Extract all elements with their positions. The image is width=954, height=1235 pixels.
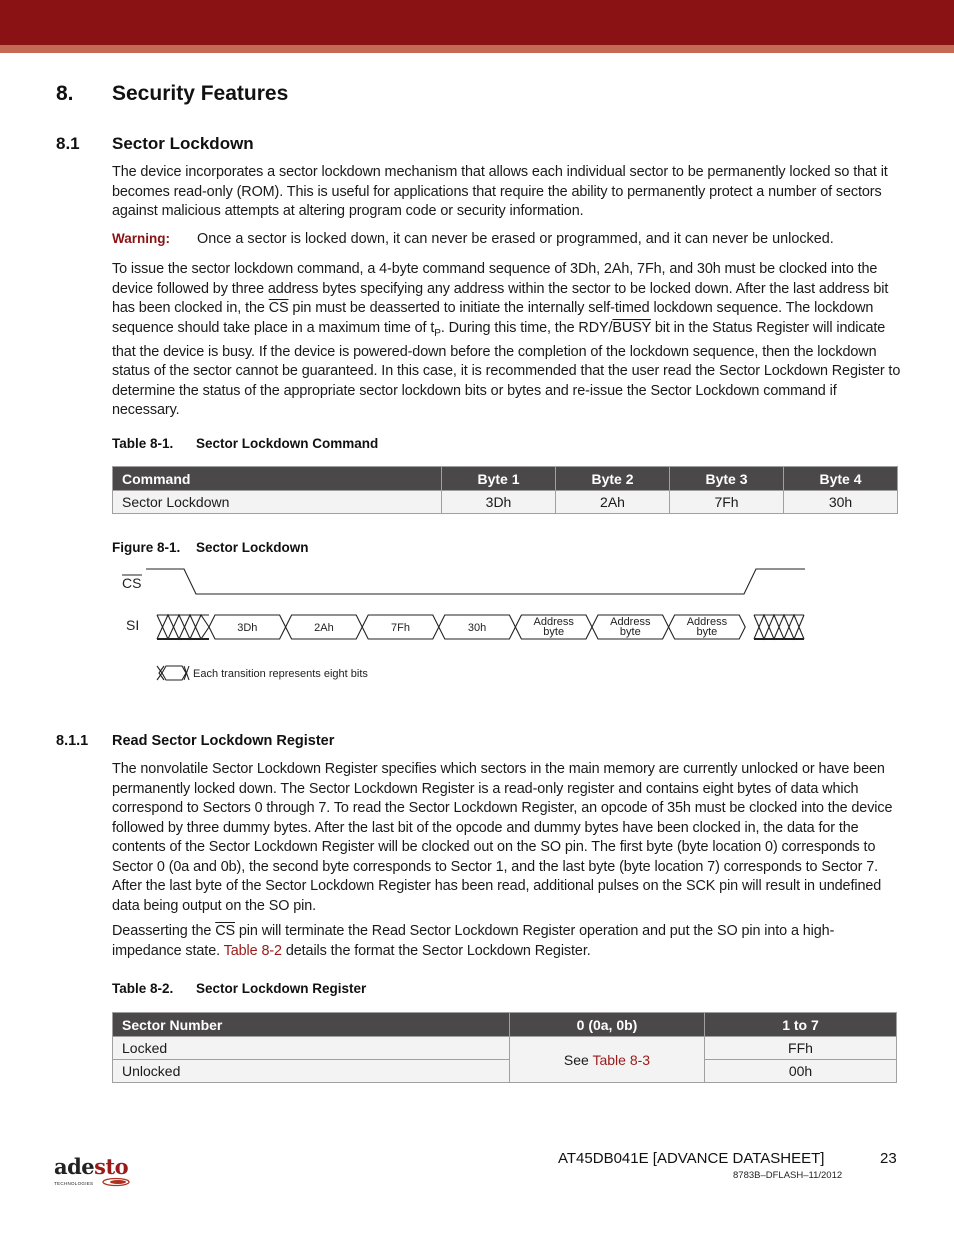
cs-signal: CS [215, 923, 235, 939]
section-number: 8. [56, 82, 74, 105]
sector-lockdown-command-table: Command Byte 1 Byte 2 Byte 3 Byte 4 Sect… [112, 466, 898, 514]
table-header-row: Sector Number 0 (0a, 0b) 1 to 7 [112, 1012, 897, 1037]
tp-subscript: P [434, 327, 441, 339]
subsubsection-number: 8.1.1 [56, 733, 89, 749]
table-row: Unlocked 00h [112, 1059, 897, 1083]
table-8-3-link[interactable]: Table 8-3 [592, 1052, 650, 1068]
sector-lockdown-register-table: Sector Number 0 (0a, 0b) 1 to 7 Locked S… [112, 1012, 897, 1083]
si-address-label: byte [543, 626, 564, 638]
subsubsection-heading: 8.1.1 Read Sector Lockdown Register [56, 733, 334, 749]
text-run: . During this time, the RDY/ [440, 319, 613, 336]
text-run: See [563, 1051, 593, 1068]
si-dont-care-left [156, 613, 210, 641]
cs-signal: CS [268, 300, 289, 316]
table-row: Locked See Table 8-3 FFh [112, 1036, 897, 1083]
table1-caption: Table 8-1. Sector Lockdown Command [112, 436, 378, 451]
logo-text: sto [94, 1154, 129, 1179]
document-code: 8783B–DFLASH–11/2012 [733, 1170, 843, 1181]
header-cell: Byte 2 [555, 466, 670, 491]
header-cell: Byte 3 [669, 466, 784, 491]
si-byte-label: 7Fh [391, 622, 410, 634]
busy-signal: BUSY [612, 319, 651, 336]
si-address-label: byte [620, 626, 641, 638]
warning-text: Once a sector is locked down, it can nev… [197, 231, 834, 247]
table-cell: Sector Lockdown [112, 490, 442, 514]
text-run: details the format the Sector Lockdown R… [281, 942, 591, 959]
header-cell: 1 to 7 [704, 1012, 897, 1037]
table-row: Sector Lockdown 3Dh 2Ah 7Fh 30h [112, 490, 898, 514]
table-8-2-link[interactable]: Table 8-2 [224, 943, 282, 959]
table-header-row: Command Byte 1 Byte 2 Byte 3 Byte 4 [112, 466, 898, 491]
section-title: Security Features [112, 82, 289, 105]
caption-number: Table 8-1. [112, 436, 174, 451]
adesto-logo: adesto TECHNOLOGIES [54, 1154, 131, 1187]
header-cell: Byte 4 [783, 466, 898, 491]
table-cell: 7Fh [669, 490, 784, 514]
legend-text: Each transition represents eight bits [193, 668, 368, 680]
subsection-title: Sector Lockdown [112, 134, 254, 153]
subsubsection-title: Read Sector Lockdown Register [112, 733, 335, 749]
table-cell: 2Ah [555, 490, 670, 514]
logo-swoosh-icon [102, 1177, 131, 1187]
caption-title: Sector Lockdown Command [196, 436, 379, 451]
warning-label: Warning: [112, 231, 170, 246]
register-paragraph: The nonvolatile Sector Lockdown Register… [112, 761, 893, 914]
table-cell: Locked [112, 1036, 510, 1060]
merged-cell: See Table 8-3 [509, 1036, 705, 1083]
logo-tagline: TECHNOLOGIES [54, 1180, 94, 1186]
header-cell: Command [112, 466, 442, 491]
cs-waveform [146, 568, 805, 595]
cs-label: CS [122, 575, 141, 591]
si-dont-care-right [753, 613, 805, 641]
table-cell: FFh [704, 1036, 897, 1060]
timing-diagram: CS SI 3Dh 2Ah 7Fh 30h AddressbyteAddressbyte… [122, 568, 805, 681]
si-address-label: byte [697, 626, 718, 638]
text-run: Deasserting the [112, 923, 216, 939]
header-cell: 0 (0a, 0b) [509, 1012, 705, 1037]
deassert-paragraph: Deasserting the CS pin will terminate th… [112, 922, 902, 961]
table-cell: 3Dh [441, 490, 556, 514]
table2-caption: Table 8-2. Sector Lockdown Register [112, 981, 366, 996]
subsection-heading: 8.1 Sector Lockdown [56, 134, 254, 154]
header-cell: Byte 1 [441, 466, 556, 491]
table-cell: 30h [783, 490, 898, 514]
section-heading: 8. Security Features [56, 82, 288, 106]
figure1-caption: Figure 8-1. Sector Lockdown [112, 540, 309, 555]
document-title: AT45DB041E [ADVANCE DATASHEET] [558, 1150, 825, 1167]
caption-title: Sector Lockdown Register [196, 981, 367, 996]
header-bar [0, 0, 954, 45]
caption-number: Figure 8-1. [112, 540, 181, 555]
si-byte-label: 30h [468, 622, 486, 634]
table-cell: 00h [704, 1059, 897, 1083]
command-paragraph: To issue the sector lockdown command, a … [112, 260, 902, 421]
si-label: SI [126, 617, 139, 633]
intro-paragraph: The device incorporates a sector lockdow… [112, 164, 888, 219]
si-byte-label: 3Dh [237, 622, 257, 634]
warning-note: Warning: Once a sector is locked down, it… [112, 231, 834, 247]
header-cell: Sector Number [112, 1012, 510, 1037]
page-number: 23 [880, 1150, 897, 1167]
logo-text: ade [54, 1154, 95, 1179]
header-stripe [0, 45, 954, 53]
table-cell: Unlocked [112, 1059, 510, 1083]
caption-title: Sector Lockdown [196, 540, 309, 555]
caption-number: Table 8-2. [112, 981, 174, 996]
si-byte-label: 2Ah [314, 622, 334, 634]
subsection-number: 8.1 [56, 134, 80, 153]
